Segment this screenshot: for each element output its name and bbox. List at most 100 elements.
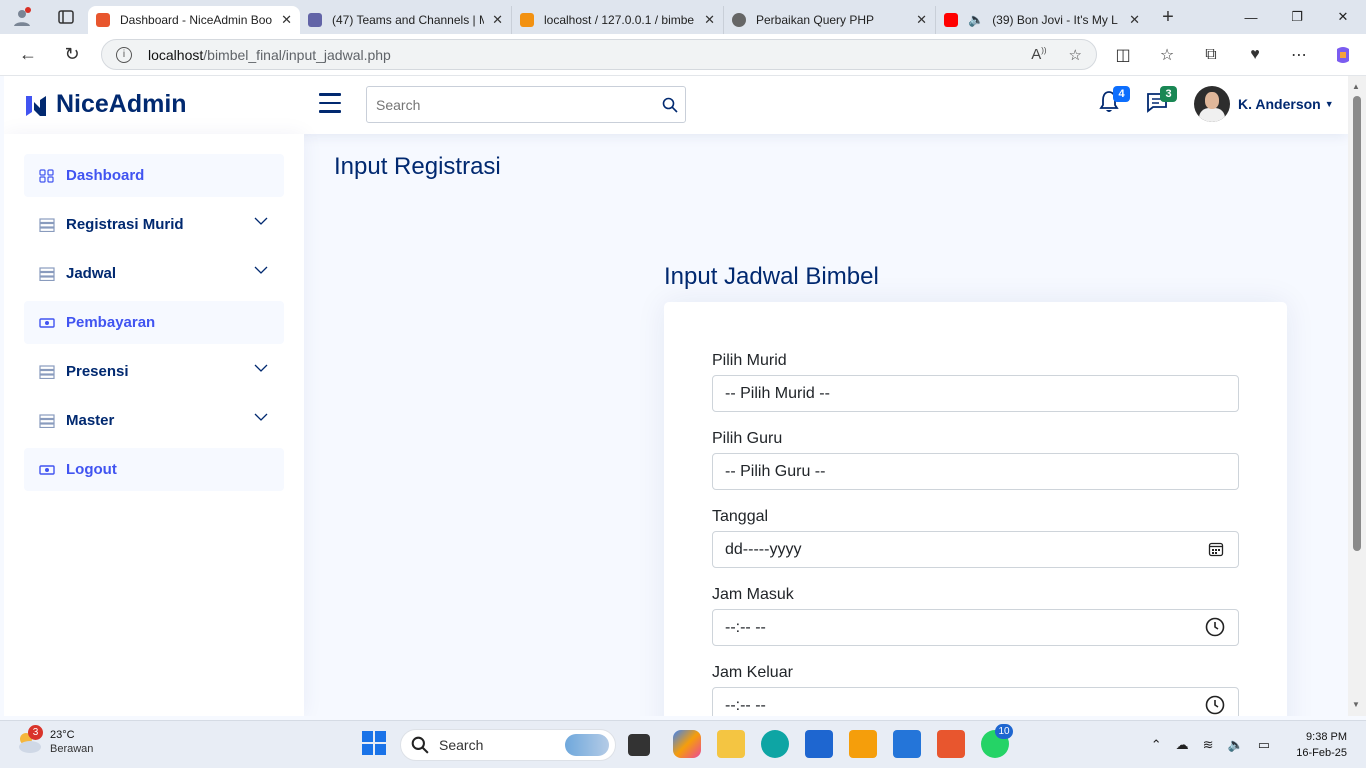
tab-phpmyadmin[interactable]: localhost / 127.0.0.1 / bimbe ✕ [512,6,724,34]
tab-teams[interactable]: (47) Teams and Channels | M ✕ [300,6,512,34]
system-tray: ⌃ ☁ ≋ 🔈 ▭ [1151,737,1270,753]
tab-title: (39) Bon Jovi - It's My L [992,13,1118,27]
sidebar-item-master[interactable]: Master [24,399,284,442]
close-tab-icon[interactable]: ✕ [916,12,927,28]
app-header: NiceAdmin 4 3 K. Anderson ▼ [4,76,1348,134]
onedrive-icon[interactable]: ☁ [1176,737,1189,753]
file-explorer-icon[interactable] [717,730,745,758]
clock-icon[interactable] [1205,695,1225,715]
tanggal-date-input[interactable]: dd-----yyyy [712,531,1239,568]
new-tab-icon[interactable]: + [1148,0,1188,34]
task-view-icon[interactable] [628,734,650,756]
sidebar-item-logout[interactable]: Logout [24,448,284,491]
address-bar-row: ← ↻ i localhost/bimbel_final/input_jadwa… [0,34,1366,76]
chevron-up-icon[interactable]: ⌃ [1151,737,1162,753]
guru-select[interactable]: -- Pilih Guru -- [712,453,1239,490]
notifications-bell-icon[interactable]: 4 [1098,86,1130,118]
microsoft-store-icon[interactable] [805,730,833,758]
sidebar-item-registrasi-murid[interactable]: Registrasi Murid [24,203,284,246]
tab-chat[interactable]: Perbaikan Query PHP ✕ [724,6,936,34]
teams-favicon-icon [308,13,322,27]
logo[interactable]: NiceAdmin [24,90,187,119]
close-tab-icon[interactable]: ✕ [281,12,292,28]
guru-select-value: -- Pilih Guru -- [725,462,826,480]
tab-actions-icon[interactable] [44,0,88,34]
windows-taskbar: 3 23°C Berawan Search 10 ⌃ ☁ ≋ 🔈 ▭ 9:38 … [0,720,1366,768]
chevron-down-icon [254,364,268,372]
whatsapp-icon[interactable]: 10 [981,724,1013,758]
url-bar[interactable]: i localhost/bimbel_final/input_jadwal.ph… [101,39,1097,70]
xampp-dev-icon[interactable] [849,730,877,758]
tab-youtube[interactable]: 🔈 (39) Bon Jovi - It's My L ✕ [936,6,1148,34]
form-card: Pilih Murid -- Pilih Murid -- Pilih Guru… [664,302,1287,716]
sidebar-item-jadwal[interactable]: Jadwal [24,252,284,295]
minimize-icon[interactable]: — [1228,0,1274,34]
weather-alert-badge: 3 [28,725,43,740]
search-input[interactable] [376,96,655,113]
weather-widget[interactable]: 3 23°C Berawan [14,725,94,757]
page-title: Input Registrasi [334,153,501,180]
profile-dropdown[interactable]: K. Anderson ▼ [1194,86,1334,122]
clock-icon[interactable] [1205,617,1225,637]
list-icon [39,413,55,428]
close-tab-icon[interactable]: ✕ [1129,12,1140,28]
split-screen-icon[interactable]: ◫ [1108,40,1138,70]
list-icon [39,364,55,379]
messages-chat-icon[interactable]: 3 [1145,86,1177,118]
tab-dashboard[interactable]: Dashboard - NiceAdmin Boo ✕ [88,6,300,34]
more-options-icon[interactable]: ⋯ [1284,40,1314,70]
search-bar [366,86,686,123]
edge-browser-icon[interactable] [761,730,789,758]
clock-time: 9:38 PM [1306,731,1347,743]
murid-select[interactable]: -- Pilih Murid -- [712,375,1239,412]
notifications-badge: 4 [1113,86,1130,102]
extensions-icon[interactable]: ♥ [1240,40,1270,70]
tab-title: Dashboard - NiceAdmin Boo [120,13,273,27]
sidebar-item-presensi[interactable]: Presensi [24,350,284,393]
taskbar-search[interactable]: Search [400,729,616,761]
close-window-icon[interactable]: ✕ [1320,0,1366,34]
windows-start-icon[interactable] [361,730,389,758]
back-icon[interactable]: ← [8,35,48,75]
sidebar-toggle-icon[interactable] [319,93,341,113]
jam-keluar-time-input[interactable]: --:-- -- [712,687,1239,716]
vscode-icon[interactable] [893,730,921,758]
favorites-icon[interactable]: ☆ [1152,40,1182,70]
system-clock[interactable]: 9:38 PM 16-Feb-25 [1296,729,1347,761]
copilot-icon[interactable] [1328,40,1358,70]
card-title: Input Jadwal Bimbel [664,263,879,290]
jam-masuk-time-input[interactable]: --:-- -- [712,609,1239,646]
messages-badge: 3 [1160,86,1177,102]
close-tab-icon[interactable]: ✕ [492,12,503,28]
site-info-icon[interactable]: i [116,46,132,63]
close-tab-icon[interactable]: ✕ [704,12,715,28]
speaker-icon[interactable]: 🔈 [968,12,984,28]
sidebar-item-label: Registrasi Murid [66,216,184,233]
calendar-icon[interactable] [1208,541,1224,557]
list-icon [39,217,55,232]
scroll-down-icon[interactable]: ▼ [1352,700,1360,709]
collections-icon[interactable]: ⧉ [1196,40,1226,70]
tab-title: (47) Teams and Channels | M [332,13,485,27]
xampp-icon[interactable] [937,730,965,758]
scrollbar-thumb[interactable] [1353,96,1361,551]
search-highlight-icon [565,734,609,756]
sidebar-item-pembayaran[interactable]: Pembayaran [24,301,284,344]
restore-icon[interactable]: ❐ [1274,0,1320,34]
sidebar-item-dashboard[interactable]: Dashboard [24,154,284,197]
reload-icon[interactable]: ↻ [52,35,92,75]
profile-icon[interactable] [0,0,44,34]
weather-condition: Berawan [50,743,94,755]
jam-masuk-field-group: Jam Masuk --:-- -- [712,586,1239,646]
scroll-up-icon[interactable]: ▲ [1352,82,1360,91]
tanggal-label: Tanggal [712,508,769,525]
copilot-app-icon[interactable] [673,730,701,758]
wifi-icon[interactable]: ≋ [1203,737,1214,753]
search-icon[interactable] [655,90,685,120]
volume-icon[interactable]: 🔈 [1228,737,1244,753]
read-aloud-icon[interactable]: A)) [1031,46,1046,64]
sidebar-item-label: Master [66,412,115,429]
favorite-star-icon[interactable]: ☆ [1069,46,1082,64]
page-scrollbar[interactable]: ▲ ▼ [1348,76,1366,716]
battery-icon[interactable]: ▭ [1258,737,1270,753]
